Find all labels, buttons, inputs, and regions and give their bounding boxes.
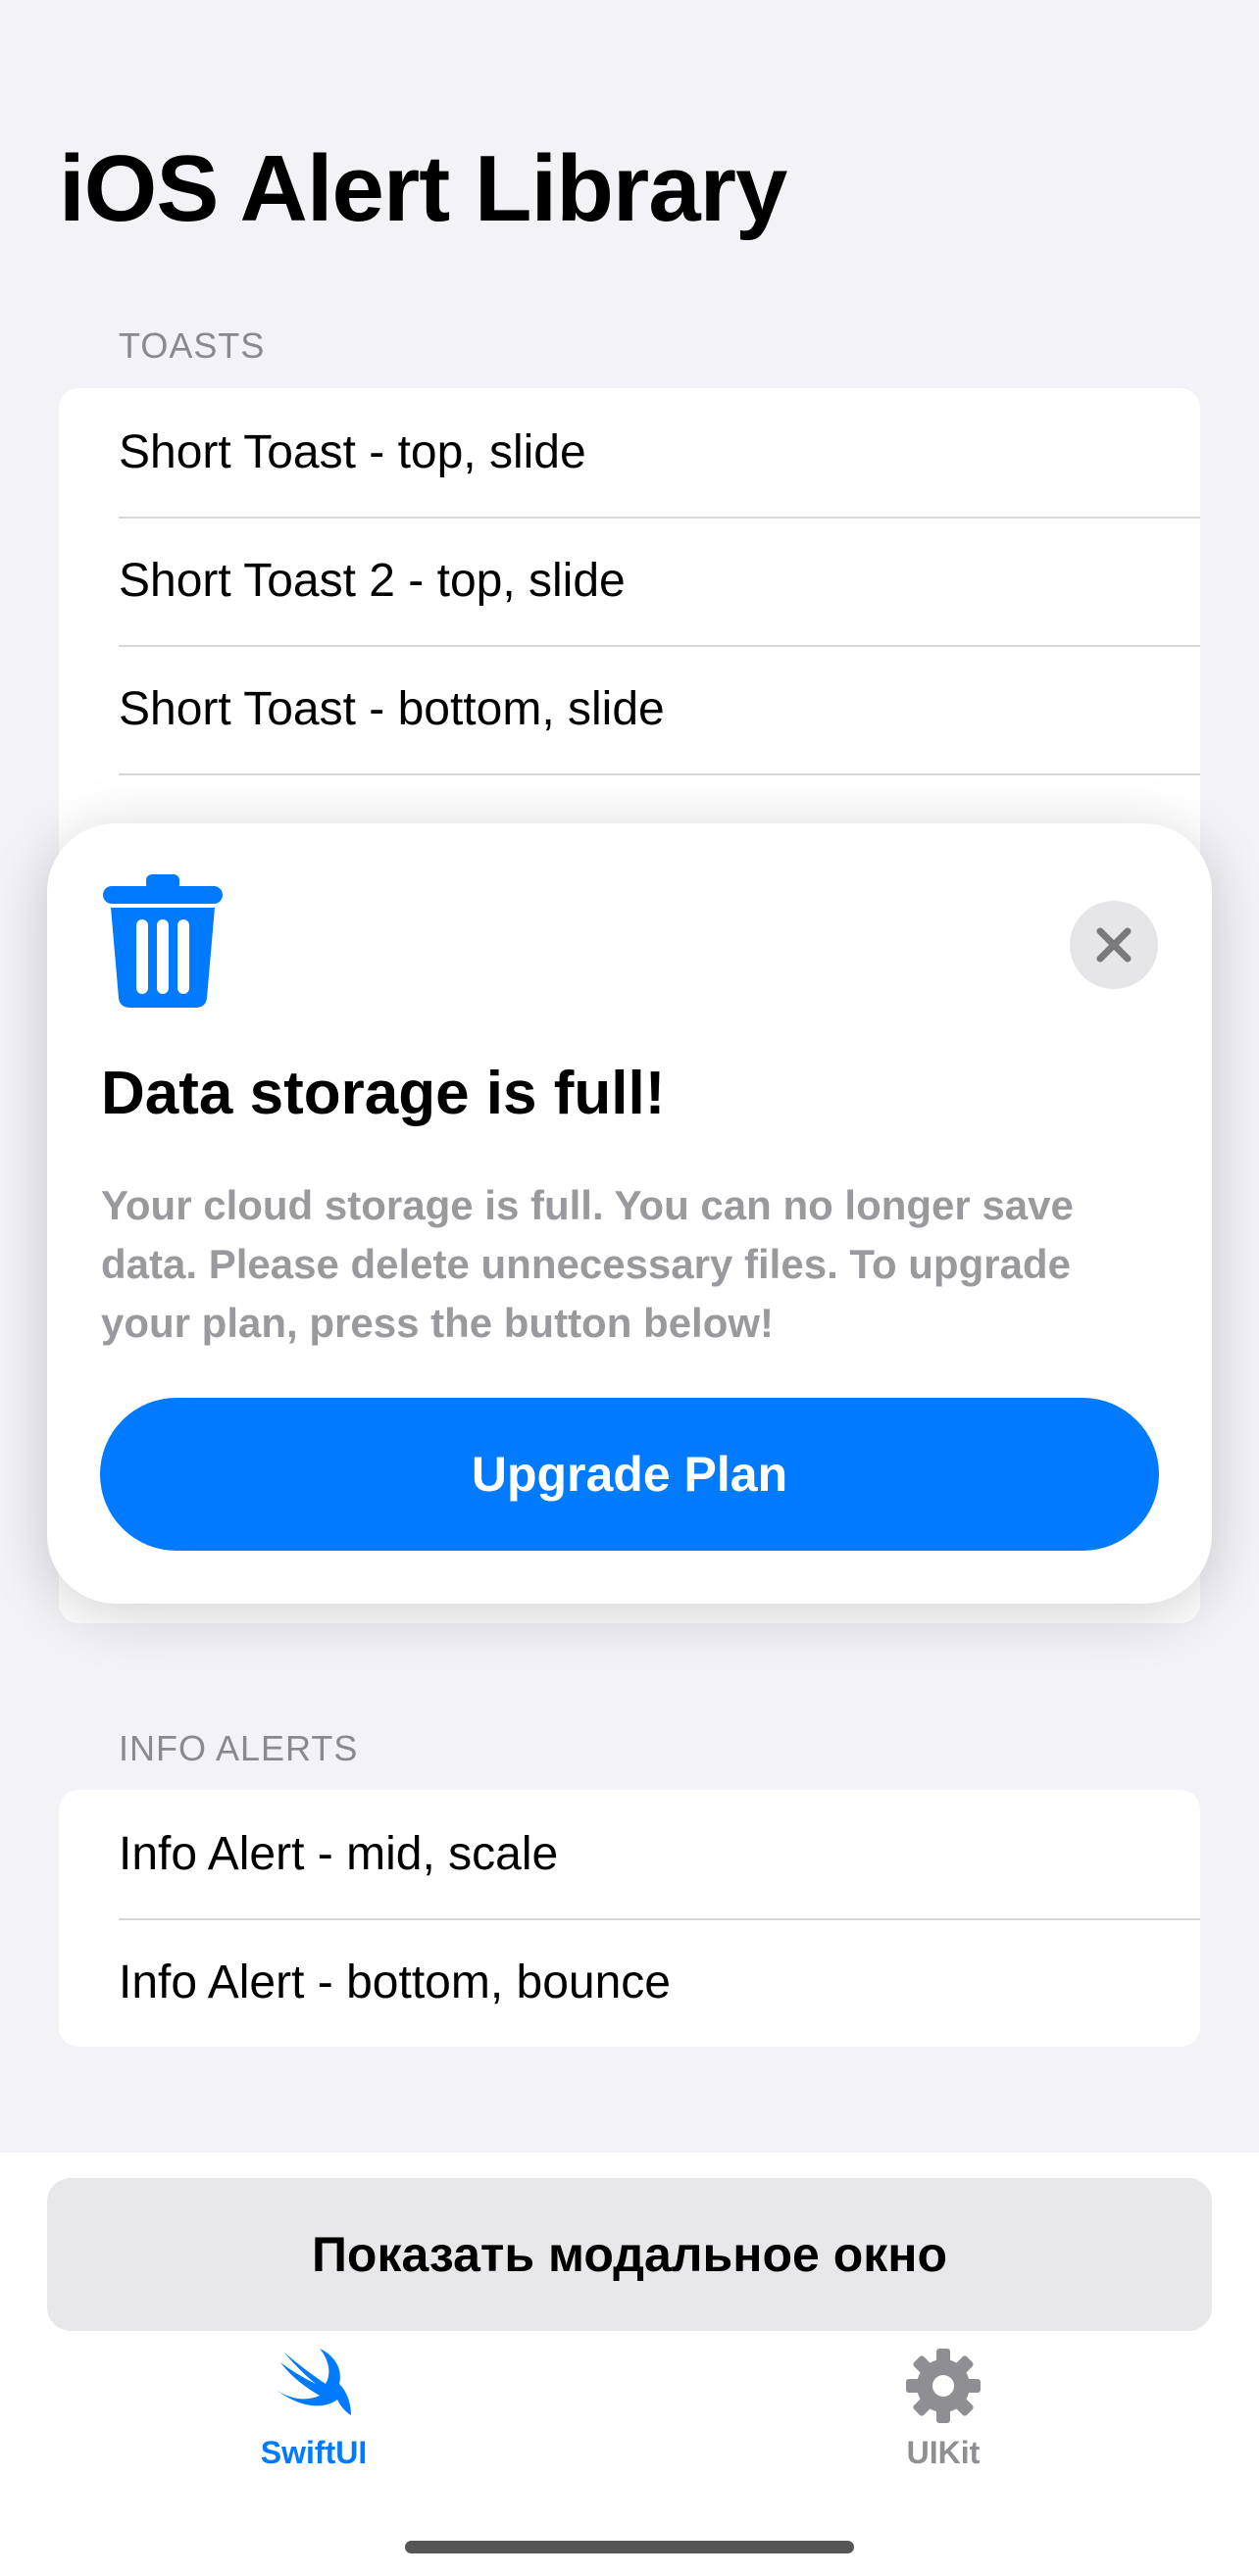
trash-icon (103, 874, 223, 1008)
alert-title: Data storage is full! (101, 1060, 666, 1127)
page-title: iOS Alert Library (59, 136, 787, 241)
list-item-label: Short Toast 2 - top, slide (119, 555, 626, 607)
swift-icon (277, 2349, 351, 2415)
show-modal-button[interactable]: Показать модальное окно (47, 2178, 1212, 2331)
list-item[interactable]: Short Toast - top, slide (59, 388, 1200, 517)
screen: iOS Alert Library TOASTS Short Toast - t… (0, 0, 1259, 2576)
close-button[interactable] (1070, 901, 1158, 989)
list-item-label: Info Alert - bottom, bounce (119, 1957, 671, 2008)
tab-label: SwiftUI (260, 2435, 368, 2470)
alert-message: Your cloud storage is full. You can no l… (101, 1182, 1074, 1346)
gear-icon (906, 2349, 981, 2423)
info-alerts-list: Info Alert - mid, scale Info Alert - bot… (59, 1790, 1200, 2047)
close-icon (1096, 927, 1132, 963)
tab-label: UIKit (906, 2435, 981, 2470)
home-indicator[interactable] (405, 2541, 854, 2553)
storage-alert-card: Data storage is full! Your cloud storage… (47, 823, 1212, 1604)
list-item[interactable]: Info Alert - bottom, bounce (59, 1918, 1200, 2047)
tab-swiftui[interactable]: SwiftUI (216, 2347, 412, 2484)
list-item-label: Info Alert - mid, scale (119, 1828, 559, 1880)
section-header-toasts: TOASTS (119, 325, 266, 366)
section-header-info-alerts: INFO ALERTS (119, 1728, 359, 1768)
list-item-label: Short Toast - top, slide (119, 426, 586, 478)
list-item[interactable]: Short Toast - bottom, slide (59, 645, 1200, 773)
list-item[interactable]: Short Toast 2 - top, slide (59, 517, 1200, 645)
upgrade-plan-button[interactable]: Upgrade Plan (100, 1398, 1159, 1551)
bottom-bar: Показать модальное окно SwiftUI UIKit (0, 2153, 1259, 2576)
list-item-label: Short Toast - bottom, slide (119, 683, 665, 735)
list-item[interactable]: Info Alert - mid, scale (59, 1790, 1200, 1918)
tab-uikit[interactable]: UIKit (845, 2347, 1041, 2484)
